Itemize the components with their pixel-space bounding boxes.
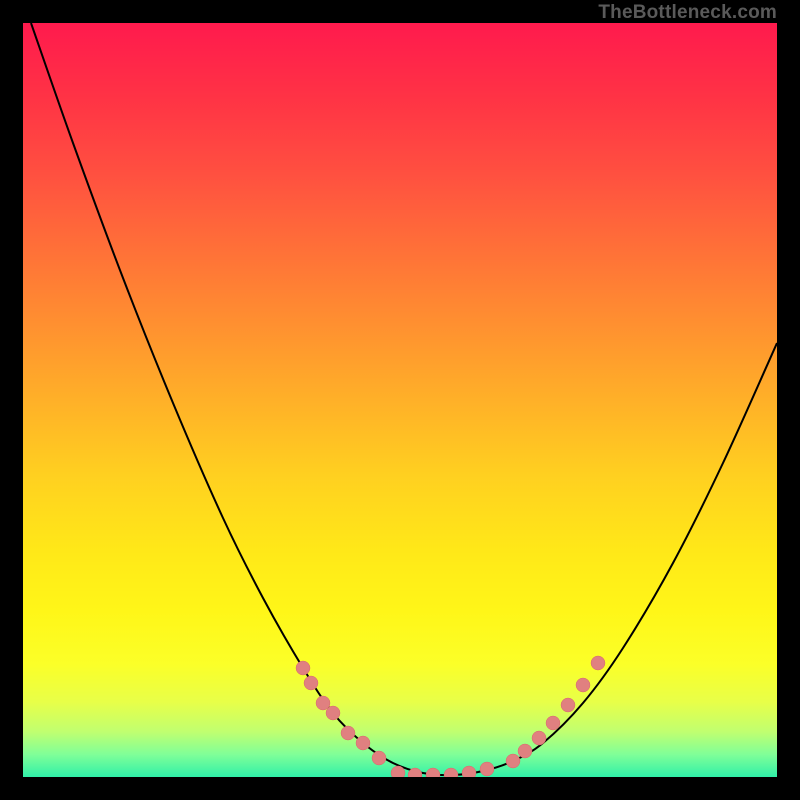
bottleneck-curve	[23, 23, 777, 777]
marker-dot	[304, 676, 318, 690]
marker-dot	[480, 762, 494, 776]
marker-dot	[462, 766, 476, 777]
marker-dot	[372, 751, 386, 765]
watermark-text: TheBottleneck.com	[598, 2, 777, 24]
marker-dot	[341, 726, 355, 740]
marker-dot	[561, 698, 575, 712]
marker-dot	[546, 716, 560, 730]
curve-line	[31, 23, 777, 775]
marker-dot	[444, 768, 458, 777]
marker-dot	[532, 731, 546, 745]
marker-dot	[518, 744, 532, 758]
marker-dot	[426, 768, 440, 777]
plot-area	[23, 23, 777, 777]
marker-dot	[296, 661, 310, 675]
marker-dot	[576, 678, 590, 692]
marker-dot	[591, 656, 605, 670]
marker-dot	[356, 736, 370, 750]
marker-dot	[506, 754, 520, 768]
marker-dot	[326, 706, 340, 720]
chart-frame: TheBottleneck.com	[0, 0, 800, 800]
